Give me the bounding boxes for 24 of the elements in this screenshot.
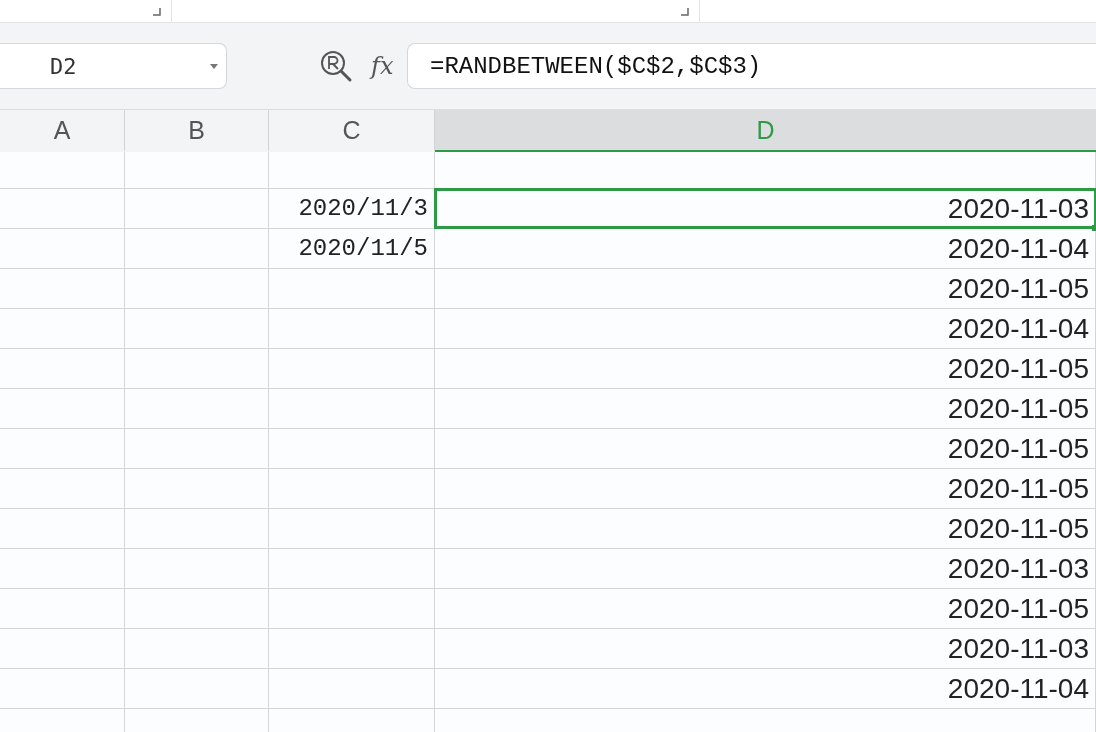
table-cell: 2020-11-05 (435, 509, 1096, 548)
table-cell: 2020-11-04 (435, 669, 1096, 708)
table-cell: 2020-11-05 (435, 589, 1096, 628)
zoom-icon[interactable] (319, 49, 353, 83)
date-text: 2020/11/3 (298, 195, 428, 222)
table-cell: 2020-11-04 (435, 229, 1096, 268)
table-cell: 2020-11-05 (435, 469, 1096, 508)
table-cell: 2020-11-05 (435, 269, 1096, 308)
table-cell: 2020-11-05 (435, 429, 1096, 468)
table-cell: 2020-11-04 (435, 309, 1096, 348)
column-header[interactable]: A (0, 110, 125, 152)
formula-field[interactable]: =RANDBETWEEN($C$2,$C$3) (407, 43, 1096, 89)
selected-cell[interactable]: 2020-11-03 (435, 189, 1096, 228)
corner-icon[interactable] (681, 8, 689, 16)
table-cell: 2020-11-03 (435, 549, 1096, 588)
corner-icon[interactable] (153, 8, 161, 16)
date-text: 2020/11/5 (298, 235, 428, 262)
table-cell: 2020-11-05 (435, 389, 1096, 428)
table-cell: 2020-11-03 (435, 629, 1096, 668)
function-label[interactable]: fx (371, 52, 407, 80)
table-cell: 2020-11-05 (435, 349, 1096, 388)
caret-icon[interactable] (210, 63, 218, 69)
name-box[interactable]: D2 (0, 43, 227, 89)
column-header[interactable]: B (125, 110, 269, 152)
